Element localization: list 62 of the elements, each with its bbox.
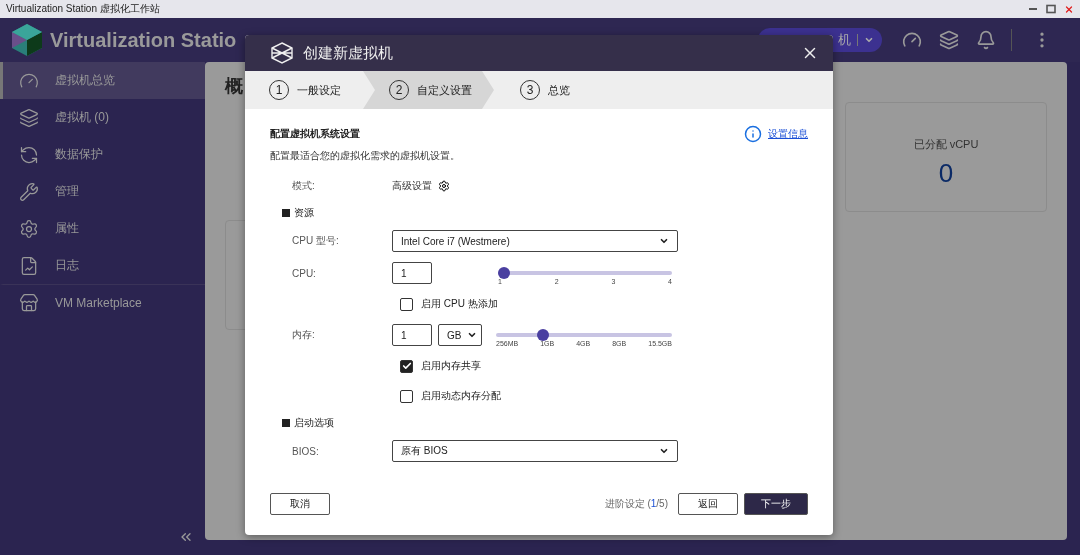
- cube-icon: [271, 42, 293, 64]
- caret-icon: [864, 35, 874, 45]
- number-field[interactable]: 1: [392, 262, 432, 284]
- section-title: 资源: [282, 206, 314, 220]
- sidebar-item[interactable]: 管理: [0, 173, 205, 210]
- window-title: Virtualization Station 虚拟化工作站: [6, 2, 160, 16]
- maximize-icon[interactable]: [1046, 4, 1056, 14]
- sidebar-item[interactable]: 数据保护: [0, 136, 205, 173]
- progress-text: 进阶设定 (1/5): [604, 497, 668, 511]
- checkbox[interactable]: [400, 359, 413, 373]
- dialog-title: 创建新虚拟机: [303, 43, 393, 63]
- unit-dropdown[interactable]: GB: [438, 324, 482, 346]
- field-label: CPU 型号:: [291, 234, 340, 248]
- refresh-icon: [19, 144, 39, 165]
- store-icon: [19, 293, 39, 313]
- app-name: Virtualization Statio: [50, 28, 237, 52]
- card-label: 已分配 vCPU: [913, 137, 979, 152]
- wrench-icon: [19, 181, 39, 202]
- checkbox-label: 启用内存共享: [421, 359, 481, 373]
- page-title: 概: [225, 75, 243, 98]
- info-link[interactable]: 设置信息: [768, 127, 808, 141]
- number-field[interactable]: 1: [392, 324, 432, 346]
- logo-icon: [12, 24, 42, 56]
- sidebar-item[interactable]: 属性: [0, 210, 205, 247]
- gauge-icon[interactable]: [902, 30, 922, 50]
- layers-icon[interactable]: [939, 30, 959, 50]
- slider-thumb[interactable]: [537, 329, 549, 341]
- sidebar-item[interactable]: 虚拟机 (0): [0, 99, 205, 136]
- caret-icon: [467, 330, 477, 340]
- wizard-step[interactable]: 1 一般设定: [245, 71, 363, 109]
- dropdown[interactable]: 原有 BIOS: [392, 440, 678, 462]
- next-button[interactable]: 下一步: [744, 493, 808, 515]
- section-heading: 配置虚拟机系统设置: [270, 127, 360, 141]
- mode-value: 高级设置: [392, 179, 432, 193]
- sidebar-item[interactable]: 日志: [0, 247, 205, 284]
- checkbox[interactable]: [400, 297, 413, 311]
- sidebar-item[interactable]: 虚拟机总览: [0, 62, 205, 99]
- field-label: CPU:: [291, 267, 317, 279]
- card-value: 0: [938, 158, 954, 189]
- field-label: BIOS:: [291, 445, 320, 457]
- cancel-button[interactable]: 取消: [270, 493, 330, 515]
- field-label: 内存:: [291, 328, 316, 342]
- caret-icon: [659, 446, 669, 456]
- section-title: 启动选项: [282, 416, 334, 430]
- description: 配置最适合您的虚拟化需求的虚拟机设置。: [270, 149, 461, 163]
- close-icon[interactable]: [1064, 4, 1074, 14]
- settings-icon[interactable]: [438, 180, 450, 192]
- info-icon: [744, 125, 762, 143]
- caret-icon: [659, 236, 669, 246]
- back-button[interactable]: 返回: [678, 493, 738, 515]
- dropdown[interactable]: Intel Core i7 (Westmere): [392, 230, 678, 252]
- settings-icon: [19, 218, 39, 239]
- checkbox-label: 启用动态内存分配: [421, 389, 501, 403]
- checkbox-label: 启用 CPU 热添加: [421, 297, 498, 311]
- slider-thumb[interactable]: [498, 267, 510, 279]
- checkbox[interactable]: [400, 389, 413, 403]
- chart-icon: [19, 255, 39, 276]
- field-label: 模式:: [291, 179, 316, 193]
- wizard-step[interactable]: 2 自定义设置: [363, 71, 494, 109]
- layers-icon: [19, 107, 39, 128]
- wizard-step[interactable]: 3 总览: [494, 71, 592, 109]
- bell-icon[interactable]: [976, 30, 996, 50]
